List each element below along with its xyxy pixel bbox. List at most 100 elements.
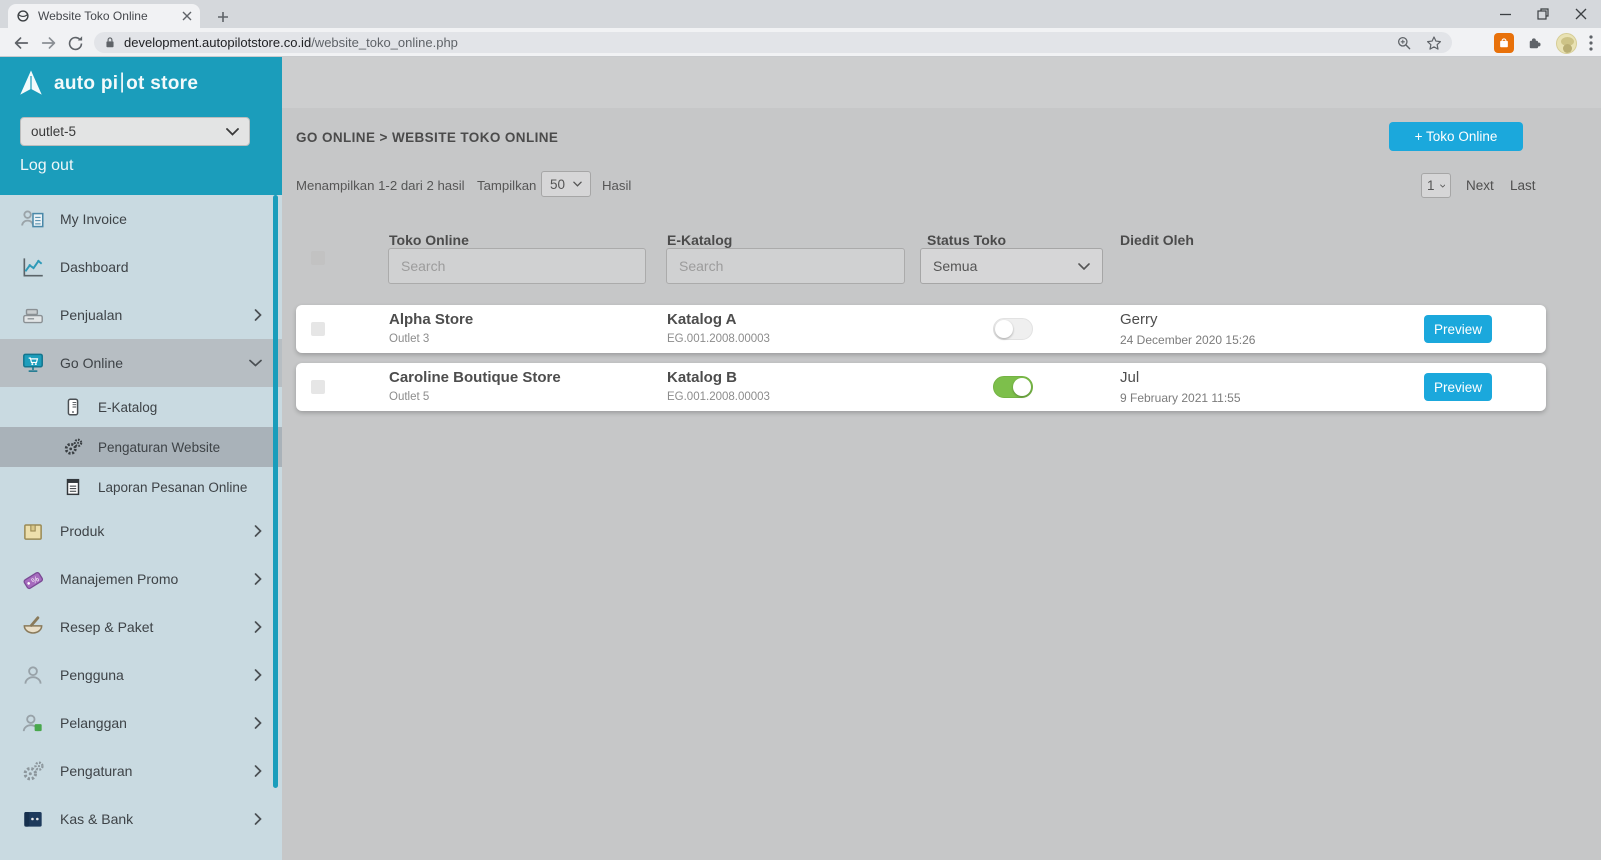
sidebar-item-label: Pelanggan <box>60 715 127 731</box>
status-filter-select[interactable]: Semua <box>920 248 1103 284</box>
extensions-puzzle-icon[interactable] <box>1526 34 1544 52</box>
dashboard-chart-icon <box>20 254 46 280</box>
sidebar-item-label: Pengguna <box>60 667 124 683</box>
sidebar-item-laporan-pesanan-online[interactable]: Laporan Pesanan Online <box>0 467 282 507</box>
app-logo-text: auto pi|ot store <box>54 71 198 95</box>
chevron-right-icon <box>254 621 262 634</box>
new-tab-button[interactable] <box>212 6 234 28</box>
sidebar-item-pelanggan[interactable]: Pelanggan <box>0 699 282 747</box>
row-checkbox[interactable] <box>311 380 325 394</box>
sidebar-item-label: Pengaturan Website <box>98 440 220 455</box>
url-bar[interactable]: development.autopilotstore.co.id/website… <box>94 32 1452 53</box>
store-name: Alpha Store <box>389 311 473 328</box>
sidebar-item-pengaturan[interactable]: Pengaturan <box>0 747 282 795</box>
sidebar-item-resep-paket[interactable]: Resep & Paket <box>0 603 282 651</box>
cash-register-icon <box>20 302 46 328</box>
tab-close-icon[interactable] <box>182 11 192 21</box>
sidebar-item-my-invoice[interactable]: My Invoice <box>0 195 282 243</box>
window-close-button[interactable] <box>1575 8 1587 20</box>
chevron-down-icon <box>249 359 262 367</box>
paper-plane-logo-icon <box>18 68 44 98</box>
sidebar-item-label: Penjualan <box>60 307 122 323</box>
toggle-knob <box>995 320 1013 338</box>
chevron-down-icon <box>1440 183 1445 189</box>
preview-button[interactable]: Preview <box>1424 315 1492 343</box>
sidebar-item-label: Pengaturan <box>60 763 132 779</box>
browser-tab-strip: Website Toko Online <box>0 0 1601 28</box>
status-toggle[interactable] <box>993 376 1033 398</box>
toggle-knob <box>1013 378 1031 396</box>
customer-icon <box>20 710 46 736</box>
store-outlet: Outlet 3 <box>389 333 429 345</box>
zoom-page-icon[interactable] <box>1396 35 1412 51</box>
status-toggle[interactable] <box>993 318 1033 340</box>
sidebar-item-label: Dashboard <box>60 259 129 275</box>
store-outlet: Outlet 5 <box>389 391 429 403</box>
page-select[interactable]: 1 <box>1421 173 1451 198</box>
preview-button[interactable]: Preview <box>1424 373 1492 401</box>
mortar-pestle-icon <box>20 614 46 640</box>
sidebar-item-label: Resep & Paket <box>60 619 153 635</box>
ekatalog-phone-icon <box>62 396 84 418</box>
promo-tag-icon: % <box>20 566 46 592</box>
forward-button-icon[interactable] <box>38 32 60 54</box>
sidebar-item-label: Go Online <box>60 355 123 371</box>
row-checkbox[interactable] <box>311 322 325 336</box>
bookmark-star-icon[interactable] <box>1426 35 1442 51</box>
user-icon <box>20 662 46 688</box>
browser-tab[interactable]: Website Toko Online <box>8 4 200 28</box>
profile-avatar[interactable] <box>1556 33 1577 54</box>
outlet-select[interactable]: outlet-5 <box>20 117 250 146</box>
add-toko-online-button[interactable]: + Toko Online <box>1389 122 1523 151</box>
sidebar-menu: My Invoice Dashboard Penjualan Go Online <box>0 195 282 843</box>
pagination-next-link[interactable]: Next <box>1466 178 1494 193</box>
chevron-down-icon <box>1078 263 1090 270</box>
toko-online-search-input[interactable] <box>388 248 646 284</box>
back-button-icon[interactable] <box>10 32 32 54</box>
browser-menu-kebab-icon[interactable] <box>1589 35 1593 51</box>
logout-link[interactable]: Log out <box>20 157 73 175</box>
sidebar-scrollbar[interactable] <box>273 195 278 788</box>
select-all-checkbox[interactable] <box>311 251 325 265</box>
app-logo: auto pi|ot store <box>18 68 198 98</box>
sidebar-item-label: Laporan Pesanan Online <box>98 480 247 495</box>
sidebar-item-pengguna[interactable]: Pengguna <box>0 651 282 699</box>
per-page-label: Tampilkan <box>477 178 536 193</box>
chevron-right-icon <box>254 813 262 826</box>
window-minimize-button[interactable] <box>1500 9 1511 20</box>
settings-gears-icon <box>20 758 46 784</box>
sidebar-item-manajemen-promo[interactable]: % Manajemen Promo <box>0 555 282 603</box>
editor-name: Jul <box>1120 369 1139 386</box>
column-header-toko-online: Toko Online <box>389 232 469 248</box>
shop-extension-icon[interactable] <box>1494 33 1514 53</box>
sidebar-item-pengaturan-website[interactable]: Pengaturan Website <box>0 427 282 467</box>
sidebar-item-go-online[interactable]: Go Online <box>0 339 282 387</box>
reload-button-icon[interactable] <box>64 32 86 54</box>
per-page-select[interactable]: 50 <box>541 171 591 197</box>
sidebar-item-kas-bank[interactable]: Kas & Bank <box>0 795 282 843</box>
sidebar-item-produk[interactable]: Produk <box>0 507 282 555</box>
catalog-name: Katalog A <box>667 311 736 328</box>
store-name: Caroline Boutique Store <box>389 369 561 386</box>
e-katalog-search-input[interactable] <box>666 248 905 284</box>
catalog-code: EG.001.2008.00003 <box>667 333 770 345</box>
product-box-icon <box>20 518 46 544</box>
website-settings-gears-icon <box>62 436 84 458</box>
pagination-last-link[interactable]: Last <box>1510 178 1536 193</box>
column-header-e-katalog: E-Katalog <box>667 232 732 248</box>
window-restore-button[interactable] <box>1537 8 1549 20</box>
safe-vault-icon <box>20 806 46 832</box>
sidebar-item-penjualan[interactable]: Penjualan <box>0 291 282 339</box>
url-text: development.autopilotstore.co.id/website… <box>124 35 458 50</box>
lock-icon[interactable] <box>104 36 116 49</box>
table-row: Alpha Store Outlet 3 Katalog A EG.001.20… <box>296 305 1546 353</box>
sidebar-item-label: E-Katalog <box>98 400 157 415</box>
chevron-right-icon <box>254 309 262 322</box>
sidebar-item-dashboard[interactable]: Dashboard <box>0 243 282 291</box>
chevron-right-icon <box>254 525 262 538</box>
chevron-right-icon <box>254 717 262 730</box>
sidebar-header: auto pi|ot store outlet-5 Log out <box>0 57 282 195</box>
order-report-notepad-icon <box>62 476 84 498</box>
sidebar-item-e-katalog[interactable]: E-Katalog <box>0 387 282 427</box>
chevron-right-icon <box>254 669 262 682</box>
